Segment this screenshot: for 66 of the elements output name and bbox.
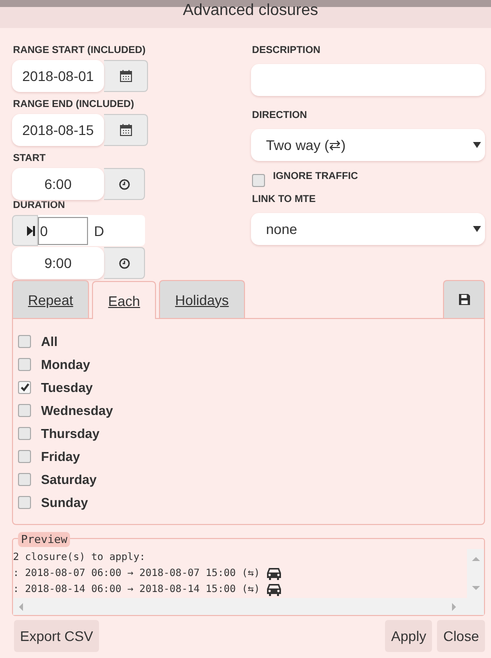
calendar-button[interactable] (104, 114, 148, 146)
clock-icon (118, 178, 130, 190)
clock-button[interactable] (104, 168, 145, 200)
tab[interactable]: Each (92, 281, 156, 319)
scroll-up-icon[interactable] (470, 554, 480, 564)
checkbox[interactable] (252, 174, 265, 187)
checkbox[interactable] (18, 496, 31, 508)
checkbox[interactable] (18, 404, 31, 416)
time-field[interactable]: 6:00 (12, 168, 104, 200)
checkbox[interactable] (18, 380, 31, 394)
checkbox-label: All (41, 334, 58, 348)
scroll-down-icon[interactable] (470, 583, 480, 593)
field-label: DESCRIPTION (252, 45, 322, 57)
vertical-scrollbar[interactable] (467, 549, 484, 598)
preview-line: : 2018-08-14 06:00 → 2018-08-14 15:00 (⇆) (13, 584, 260, 594)
time-field[interactable]: 9:00 (12, 247, 104, 279)
checkbox-label: Friday (41, 448, 80, 464)
tab[interactable]: Repeat (12, 280, 90, 318)
clock-icon (118, 258, 130, 268)
preview-line: : 2018-08-07 06:00 → 2018-08-07 15:00 (⇆) (13, 568, 260, 578)
horizontal-scrollbar[interactable] (13, 598, 484, 615)
calendar-button[interactable] (104, 60, 148, 92)
caret-icon (473, 226, 481, 232)
clock-button[interactable] (104, 247, 145, 279)
caret-icon (473, 142, 481, 148)
close-button[interactable]: Close (437, 620, 485, 652)
calendar-icon (120, 70, 132, 82)
field-label: RANGE END (INCLUDED) (13, 99, 136, 111)
checkbox[interactable] (18, 450, 31, 462)
checkbox-label: Wednesday (41, 402, 114, 418)
car-icon (266, 582, 282, 596)
step-button[interactable] (12, 215, 38, 246)
mte-select[interactable]: none (251, 213, 485, 245)
calendar-icon (120, 124, 132, 136)
tab[interactable]: Holidays (159, 280, 245, 318)
field-label: RANGE START (INCLUDED) (13, 45, 147, 57)
save-icon (458, 294, 470, 305)
checkbox[interactable] (18, 334, 31, 348)
field-label: DURATION (13, 200, 66, 212)
checkbox-label: Thursday (41, 426, 100, 440)
preview-legend: Preview (18, 532, 70, 547)
checkbox-label: Tuesday (41, 380, 93, 394)
field-label: DIRECTION (252, 110, 308, 122)
apply-button[interactable]: Apply (385, 620, 432, 652)
unit-label: D (94, 222, 104, 238)
checkbox[interactable] (18, 472, 31, 486)
window-title: Advanced closures (182, 2, 318, 20)
checkbox-label: Sunday (41, 494, 88, 510)
car-icon (266, 566, 282, 580)
scroll-right-icon[interactable] (449, 602, 459, 612)
field-label: LINK TO MTE (252, 194, 317, 206)
save-tab[interactable] (443, 280, 485, 318)
export-csv-button[interactable]: Export CSV (14, 620, 100, 652)
preview-text: 2 closure(s) to apply: (13, 550, 146, 564)
description-field[interactable] (251, 64, 485, 96)
checkbox-label: Monday (41, 356, 90, 372)
days-input[interactable]: 0 (38, 216, 88, 244)
field-label: START (13, 153, 47, 165)
direction-select[interactable]: Two way (⇄) (251, 129, 485, 161)
date-field[interactable]: 2018-08-01 (12, 60, 104, 92)
checkbox[interactable] (18, 358, 31, 370)
checkbox[interactable] (18, 426, 31, 440)
checkbox-label: IGNORE TRAFFIC (273, 171, 358, 183)
date-field[interactable]: 2018-08-15 (12, 114, 104, 146)
checkbox-label: Saturday (41, 472, 97, 486)
skip-icon (27, 226, 35, 236)
